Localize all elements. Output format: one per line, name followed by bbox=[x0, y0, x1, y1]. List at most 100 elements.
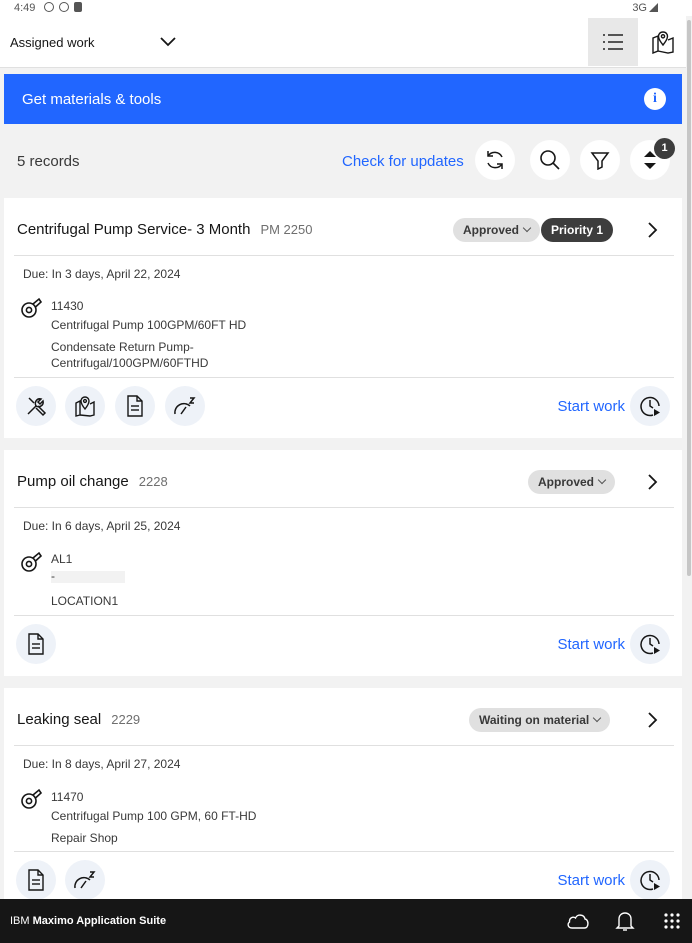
start-work-button[interactable] bbox=[630, 386, 670, 426]
divider bbox=[14, 377, 674, 378]
network-indicator: 3G bbox=[632, 2, 658, 14]
asset-description-placeholder bbox=[51, 571, 125, 583]
divider bbox=[14, 615, 674, 616]
work-order-title-text: Pump oil change bbox=[17, 473, 129, 490]
record-count: 5 records bbox=[17, 153, 80, 170]
check-updates-link[interactable]: Check for updates bbox=[342, 153, 464, 170]
location: Repair Shop bbox=[51, 831, 118, 845]
work-order-number: PM 2250 bbox=[260, 222, 313, 237]
network-label: 3G bbox=[632, 2, 647, 14]
info-icon[interactable]: i bbox=[644, 88, 666, 110]
chevron-down-icon bbox=[522, 223, 532, 233]
meter-button[interactable] bbox=[65, 860, 105, 900]
timer-play-icon bbox=[640, 396, 660, 417]
work-order-title: Pump oil change 2228 bbox=[17, 473, 168, 490]
map-pin-icon bbox=[652, 31, 674, 54]
due-date: Due: In 8 days, April 27, 2024 bbox=[23, 757, 181, 771]
filter-icon bbox=[590, 152, 610, 170]
top-bar: Assigned work bbox=[0, 16, 686, 68]
banner-text: Get materials & tools bbox=[22, 91, 162, 108]
status-bar: 4:49 3G bbox=[0, 0, 692, 16]
card-header[interactable]: Centrifugal Pump Service- 3 Month PM 2250… bbox=[4, 198, 682, 256]
divider bbox=[14, 851, 674, 852]
chevron-down-icon[interactable] bbox=[158, 32, 178, 52]
status-label: Approved bbox=[463, 223, 520, 237]
list-view-button[interactable] bbox=[588, 18, 638, 66]
chevron-right-icon[interactable] bbox=[642, 220, 662, 240]
documents-button[interactable] bbox=[16, 860, 56, 900]
notifications-button[interactable] bbox=[613, 909, 637, 933]
asset-icon bbox=[21, 297, 42, 318]
documents-button[interactable] bbox=[16, 624, 56, 664]
start-work-button[interactable] bbox=[630, 860, 670, 900]
filter-button[interactable] bbox=[580, 140, 620, 180]
map-button[interactable] bbox=[65, 386, 105, 426]
start-work-button[interactable] bbox=[630, 624, 670, 664]
cloud-button[interactable] bbox=[566, 909, 590, 933]
card-header[interactable]: Pump oil change 2228 Approved bbox=[4, 450, 682, 508]
asset-icon bbox=[21, 551, 42, 572]
start-work-link[interactable]: Start work bbox=[557, 872, 625, 889]
refresh-button[interactable] bbox=[475, 140, 515, 180]
asset-number: 11470 bbox=[51, 790, 84, 804]
document-icon bbox=[28, 633, 44, 655]
location-line-2: Centrifugal/100GPM/60FTHD bbox=[51, 356, 209, 370]
work-order-card: Centrifugal Pump Service- 3 Month PM 2250… bbox=[4, 198, 682, 438]
search-button[interactable] bbox=[530, 140, 570, 180]
work-order-title-text: Centrifugal Pump Service- 3 Month bbox=[17, 221, 251, 238]
start-work-link[interactable]: Start work bbox=[557, 398, 625, 415]
chevron-down-icon bbox=[597, 475, 607, 485]
asset-icon bbox=[21, 788, 42, 809]
asset-description: - bbox=[51, 569, 55, 583]
status-badge[interactable]: Approved bbox=[453, 218, 541, 242]
chevron-down-icon bbox=[592, 713, 602, 723]
due-date: Due: In 3 days, April 22, 2024 bbox=[23, 267, 181, 281]
refresh-icon bbox=[487, 151, 503, 169]
chevron-right-icon[interactable] bbox=[642, 472, 662, 492]
work-order-title: Centrifugal Pump Service- 3 Month PM 2250 bbox=[17, 221, 312, 238]
brand-name: Maximo Application Suite bbox=[32, 915, 167, 927]
app-footer: IBM Maximo Application Suite bbox=[0, 899, 692, 943]
work-order-card: Leaking seal 2229 Waiting on material Due… bbox=[4, 688, 682, 900]
meter-icon bbox=[74, 871, 96, 889]
meter-button[interactable] bbox=[165, 386, 205, 426]
status-badge[interactable]: Waiting on material bbox=[469, 708, 611, 732]
search-icon bbox=[540, 150, 560, 170]
cloud-icon bbox=[567, 914, 589, 929]
app-switcher-button[interactable] bbox=[660, 909, 684, 933]
divider bbox=[14, 255, 674, 256]
map-icon bbox=[75, 396, 95, 417]
document-icon bbox=[127, 395, 143, 417]
work-order-number: 2229 bbox=[111, 712, 141, 727]
tools-icon bbox=[27, 397, 47, 417]
materials-tools-button[interactable] bbox=[16, 386, 56, 426]
page-title: Assigned work bbox=[10, 35, 95, 50]
bell-icon bbox=[615, 912, 635, 931]
status-badge[interactable]: Approved bbox=[528, 470, 616, 494]
priority-badge: Priority 1 bbox=[541, 218, 614, 242]
work-order-number: 2228 bbox=[138, 474, 168, 489]
asset-number: 11430 bbox=[51, 299, 84, 313]
asset-number: AL1 bbox=[51, 552, 73, 566]
timer-play-icon bbox=[640, 634, 660, 655]
work-order-card: Pump oil change 2228 Approved Due: In 6 d… bbox=[4, 450, 682, 676]
scrollbar[interactable] bbox=[687, 20, 691, 576]
sort-count-badge: 1 bbox=[654, 138, 675, 159]
documents-button[interactable] bbox=[115, 386, 155, 426]
map-view-button[interactable] bbox=[640, 18, 686, 66]
materials-banner[interactable]: Get materials & tools i bbox=[4, 74, 682, 124]
app-grid-icon bbox=[664, 913, 680, 929]
divider bbox=[14, 745, 674, 746]
card-header[interactable]: Leaking seal 2229 Waiting on material bbox=[4, 688, 682, 746]
location-line-1: Condensate Return Pump- bbox=[51, 340, 194, 354]
brand-prefix: IBM bbox=[10, 915, 30, 927]
status-label: Approved bbox=[538, 475, 595, 489]
start-work-link[interactable]: Start work bbox=[557, 636, 625, 653]
meter-icon bbox=[174, 397, 196, 415]
brand-label: IBM Maximo Application Suite bbox=[10, 915, 166, 927]
status-time: 4:49 bbox=[14, 2, 36, 14]
asset-description: Centrifugal Pump 100 GPM, 60 FT-HD bbox=[51, 809, 257, 823]
list-icon bbox=[603, 34, 623, 50]
list-toolbar: 5 records Check for updates 1 bbox=[0, 128, 686, 194]
chevron-right-icon[interactable] bbox=[642, 710, 662, 730]
